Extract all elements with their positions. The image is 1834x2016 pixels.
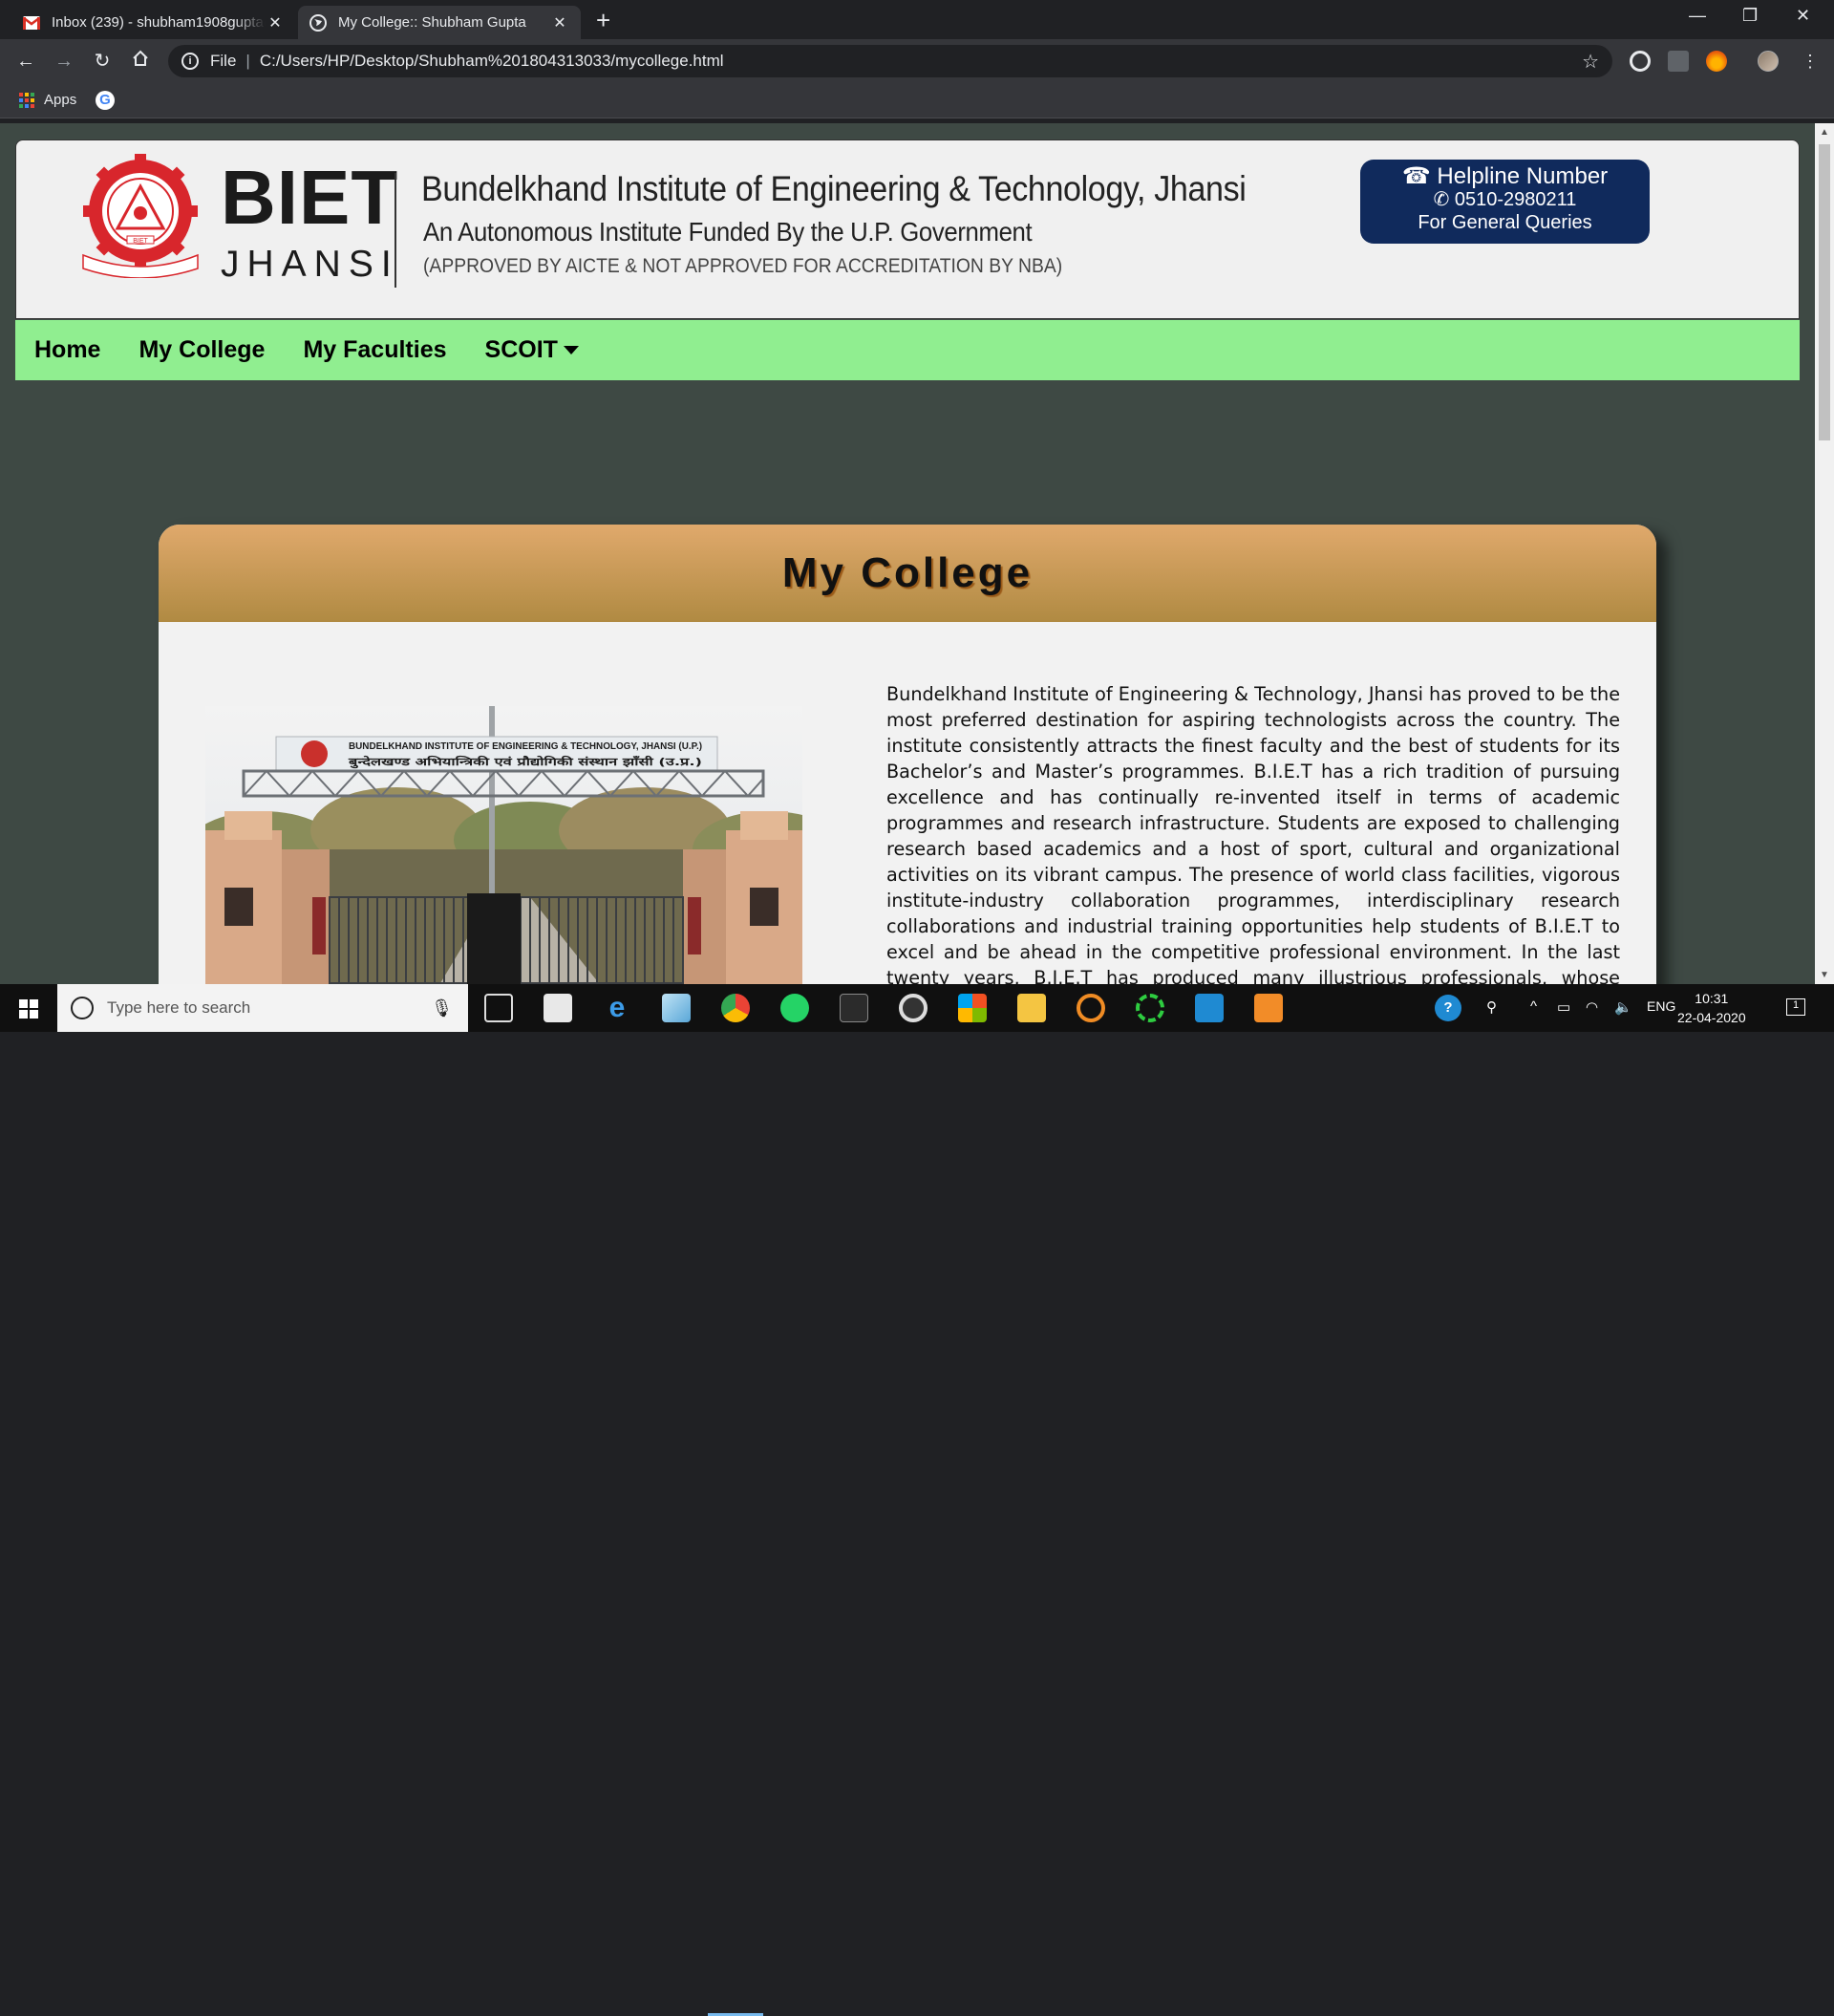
reload-icon[interactable]: ↻ [90,49,115,74]
site-nav: Home My College My Faculties SCOIT [15,320,1800,380]
approval-note: (APPROVED BY AICTE & NOT APPROVED FOR AC… [423,255,1063,277]
scroll-up-arrow-icon[interactable]: ▲ [1820,127,1829,138]
menu-kebab-icon[interactable]: ⋮ [1798,49,1823,74]
tab-my-college[interactable]: My College:: Shubham Gupta ✕ [298,6,581,39]
whatsapp-icon[interactable] [780,994,809,1022]
calculator-icon[interactable] [544,994,572,1022]
gate-sign-english: BUNDELKHAND INSTITUTE OF ENGINEERING & T… [349,741,702,752]
app-green-ring-icon[interactable] [1136,994,1164,1022]
system-clock[interactable]: 10:31 22-04-2020 [1677,989,1746,1027]
people-icon[interactable]: ⚲ [1486,998,1497,1016]
caret-down-icon [563,346,579,354]
volume-icon[interactable]: 🔈 [1614,998,1632,1016]
bookmark-star-icon[interactable]: ☆ [1582,50,1599,74]
vscode-icon[interactable] [1195,994,1224,1022]
minimize-icon[interactable]: — [1689,6,1706,26]
scrollbar-thumb[interactable] [1819,144,1830,440]
notification-center-icon[interactable]: 1 [1786,998,1805,1016]
scroll-down-arrow-icon[interactable]: ▼ [1820,970,1829,980]
card-header: My College [159,525,1656,622]
nav-my-faculties[interactable]: My Faculties [303,336,446,364]
file-explorer-icon[interactable] [1017,994,1046,1022]
forward-icon[interactable]: → [52,49,76,74]
helpline-caption: For General Queries [1418,212,1592,233]
taskbar-search[interactable]: Type here to search 🎙 [57,984,468,1032]
microsoft-store-icon[interactable] [958,994,987,1022]
google-icon[interactable]: G [96,91,115,110]
extension-speed-icon[interactable] [1630,51,1651,72]
media-player-icon[interactable] [899,994,928,1022]
tab-close-icon[interactable]: ✕ [550,13,569,32]
windows-start-icon[interactable] [19,999,38,1019]
extension-square-icon[interactable] [1668,51,1689,72]
institute-name: Bundelkhand Institute of Engineering & T… [421,169,1247,208]
clock-time: 10:31 [1695,991,1729,1006]
helpline-box: ☎ Helpline Number ✆ 0510-2980211 For Gen… [1360,160,1650,244]
logo-wordmark-jhansi: JHANSI [221,244,399,285]
tab-title: Inbox (239) - shubham1908gupta@gmail.com [52,14,266,31]
tab-close-icon[interactable]: ✕ [266,13,285,32]
url-text[interactable]: C:/Users/HP/Desktop/Shubham%201804313033… [260,52,724,71]
card-title: My College [781,549,1034,596]
bookmarks-bar: Apps G [0,83,1834,118]
logo-wordmark-biet: BIET [221,155,399,240]
helpline-phone: ✆ 0510-2980211 [1433,189,1577,210]
biet-seal-logo: BIET [77,154,203,279]
college-description: Bundelkhand Institute of Engineering & T… [886,683,1620,984]
window-close-icon[interactable]: ✕ [1796,6,1810,26]
my-college-card: My College BUNDELKHAND INSTITUTE OF ENGI… [159,525,1656,984]
address-bar[interactable]: i File | C:/Users/HP/Desktop/Shubham%201… [168,45,1612,77]
phone-handset-icon: ✆ [1433,189,1450,210]
college-gate-photo: BUNDELKHAND INSTITUTE OF ENGINEERING & T… [205,706,802,984]
language-indicator[interactable]: ENG [1647,998,1675,1014]
profile-avatar[interactable] [1758,51,1779,72]
browser-toolbar: ← → ↻ i File | C:/Users/HP/Desktop/Shubh… [0,39,1834,83]
extension-fire-icon[interactable] [1706,51,1727,72]
back-icon[interactable]: ← [13,49,38,74]
browser-tab-strip: Inbox (239) - shubham1908gupta@gmail.com… [0,0,1834,39]
app-mask-icon[interactable] [840,994,868,1022]
notification-count: 1 [1792,999,1800,1011]
apps-grid-icon[interactable] [19,93,34,108]
search-placeholder: Type here to search [107,998,251,1017]
chrome-icon[interactable] [721,994,750,1022]
logo-divider [395,173,396,288]
page-viewport: BIET BIET JHANSI Bundelkhand Institute o… [0,123,1815,984]
gmail-icon [23,14,40,32]
nav-my-college[interactable]: My College [139,336,265,364]
helpline-title: ☎ Helpline Number [1401,163,1609,189]
scheme-label: File [210,52,237,70]
help-icon[interactable]: ? [1435,995,1461,1021]
apps-bookmark[interactable]: Apps [44,92,76,108]
internet-explorer-icon[interactable]: e [603,994,631,1022]
nav-scoit-label: SCOIT [484,336,558,363]
tab-gmail-inbox[interactable]: Inbox (239) - shubham1908gupta@gmail.com… [11,6,296,39]
new-tab-button[interactable]: + [596,8,610,32]
notes-app-icon[interactable] [662,994,691,1022]
scheme-separator: | [245,52,250,70]
nav-home[interactable]: Home [34,336,100,364]
home-icon[interactable] [128,49,153,74]
clock-date: 22-04-2020 [1677,1010,1746,1025]
sublime-text-icon[interactable] [1254,994,1283,1022]
page-scrollbar[interactable]: ▲ ▼ [1815,123,1834,984]
globe-icon [309,13,327,32]
tab-title: My College:: Shubham Gupta [338,14,526,31]
app-orange-ring-icon[interactable] [1077,994,1105,1022]
battery-icon[interactable]: ▭ [1557,998,1570,1016]
telephone-icon: ☎ [1401,163,1431,189]
microphone-icon[interactable]: 🎙 [431,998,453,1019]
site-header: BIET BIET JHANSI Bundelkhand Institute o… [15,139,1800,319]
cortana-circle-icon [71,997,94,1019]
restore-icon[interactable]: ❐ [1742,6,1758,26]
task-view-icon[interactable] [484,994,513,1022]
nav-scoit-dropdown[interactable]: SCOIT [485,336,579,364]
windows-taskbar: Type here to search 🎙 e ? ⚲ ^ ▭ ◠ 🔈 ENG … [0,984,1834,2016]
site-info-icon[interactable]: i [181,53,199,70]
institute-subtitle: An Autonomous Institute Funded By the U.… [423,217,1033,247]
show-hidden-icons-chevron-icon[interactable]: ^ [1530,998,1537,1015]
gate-sign-hindi: बुन्देलखण्ड अभियान्त्रिकी एवं प्रौद्योगि… [348,755,702,769]
seal-text: BIET [133,238,148,245]
wifi-icon[interactable]: ◠ [1586,998,1598,1016]
